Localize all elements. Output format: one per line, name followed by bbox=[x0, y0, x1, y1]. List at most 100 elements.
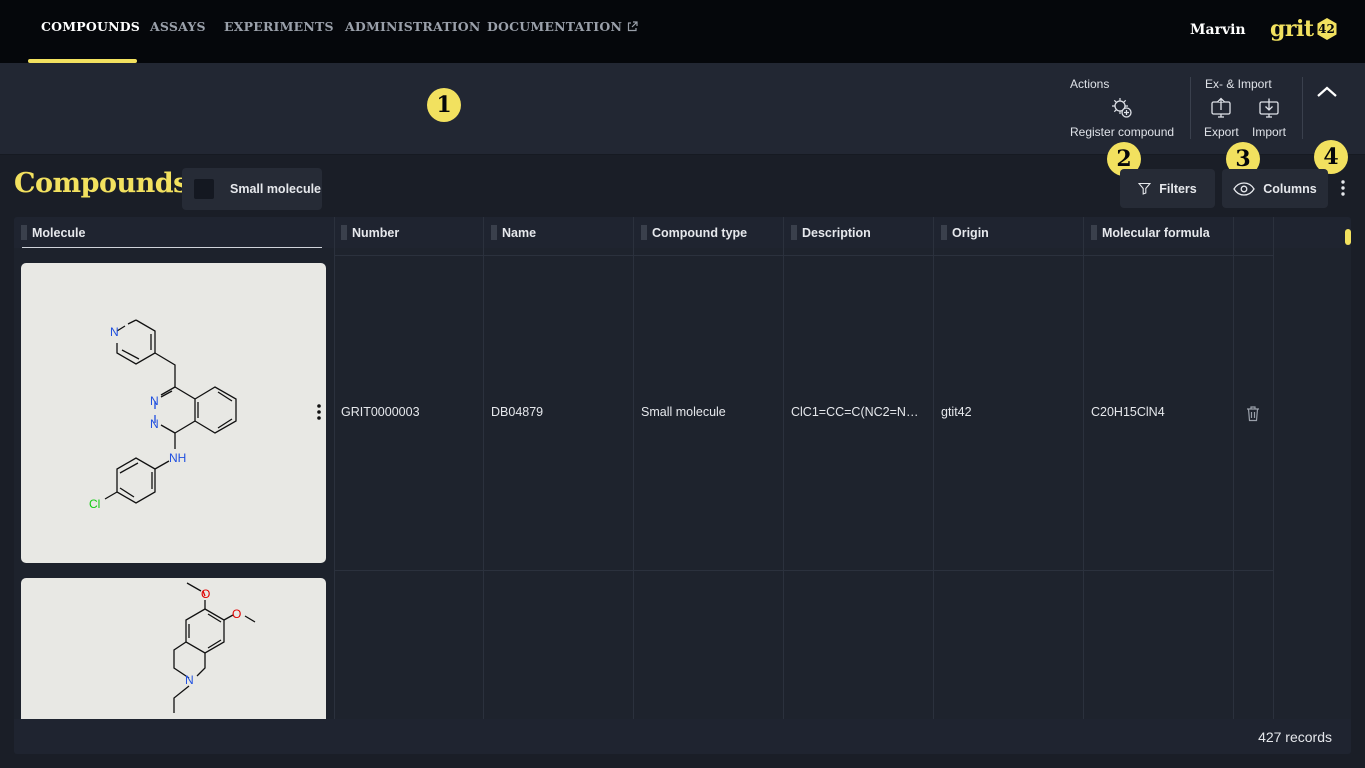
grid-scrollbar-thumb[interactable] bbox=[1345, 229, 1351, 245]
toolbar-divider bbox=[1190, 77, 1191, 139]
page-title: Compounds bbox=[14, 168, 188, 199]
small-molecule-checkbox[interactable] bbox=[194, 179, 214, 199]
filters-button[interactable]: Filters bbox=[1120, 169, 1215, 208]
nav-assays[interactable]: ASSAYS bbox=[150, 19, 206, 34]
small-molecule-toggle[interactable]: Small molecule bbox=[182, 168, 322, 210]
column-resize-grip[interactable] bbox=[1091, 225, 1097, 240]
columns-label: Columns bbox=[1263, 181, 1317, 196]
cell-name[interactable]: DB04879 bbox=[491, 405, 626, 419]
top-nav: COMPOUNDS ASSAYS EXPERIMENTS ADMINISTRAT… bbox=[0, 0, 1365, 63]
col-header-origin-label: Origin bbox=[952, 225, 989, 240]
filters-label: Filters bbox=[1159, 181, 1197, 196]
user-menu[interactable]: Marvin bbox=[1190, 22, 1246, 38]
column-resize-grip[interactable] bbox=[641, 225, 647, 240]
molecule-structure-image: N N N NH Cl bbox=[89, 319, 237, 511]
column-resize-grip[interactable] bbox=[491, 225, 497, 240]
atom-label-nh: NH bbox=[169, 451, 186, 465]
col-header-molecular-formula[interactable]: Molecular formula bbox=[1084, 217, 1210, 248]
nav-documentation-label: DOCUMENTATION bbox=[487, 19, 623, 34]
eye-icon bbox=[1233, 181, 1256, 196]
logo-badge: 42 bbox=[1315, 17, 1339, 41]
toolbar-divider-2 bbox=[1302, 77, 1303, 139]
kebab-icon bbox=[1341, 180, 1345, 196]
grid-header: Molecule Number Name Compound type Descr… bbox=[14, 217, 1351, 248]
col-header-origin[interactable]: Origin bbox=[934, 217, 989, 248]
column-divider bbox=[633, 217, 634, 719]
molecule-card-menu-button[interactable] bbox=[315, 402, 323, 422]
molecule-structure-card[interactable]: N N N NH Cl bbox=[21, 263, 326, 563]
atom-label-n1: N bbox=[150, 394, 159, 408]
atom-label-n3: N bbox=[185, 673, 194, 687]
col-header-name[interactable]: Name bbox=[484, 217, 536, 248]
col-header-molecular-formula-label: Molecular formula bbox=[1102, 225, 1210, 240]
column-divider bbox=[1083, 217, 1084, 719]
register-compound-label: Register compound bbox=[1070, 125, 1175, 139]
chevron-up-icon bbox=[1317, 86, 1337, 97]
column-resize-grip[interactable] bbox=[941, 225, 947, 240]
cell-number[interactable]: GRIT0000003 bbox=[341, 405, 476, 419]
callout-1: 1 bbox=[427, 88, 461, 122]
column-resize-grip[interactable] bbox=[341, 225, 347, 240]
grit42-logo[interactable]: grit 42 bbox=[1270, 14, 1339, 44]
filter-icon bbox=[1138, 182, 1152, 195]
column-divider bbox=[933, 217, 934, 719]
column-resize-grip[interactable] bbox=[791, 225, 797, 240]
collapse-toolbar-button[interactable] bbox=[1313, 81, 1341, 105]
export-button[interactable]: Export bbox=[1204, 97, 1239, 139]
export-icon bbox=[1211, 97, 1231, 118]
col-header-name-label: Name bbox=[502, 225, 537, 240]
external-link-icon bbox=[627, 21, 638, 32]
molecule-structure-card[interactable]: O O N bbox=[21, 578, 326, 728]
molecule-structure-image: O O N bbox=[173, 582, 256, 713]
kebab-icon bbox=[317, 404, 321, 420]
register-compound-button[interactable]: Register compound bbox=[1070, 97, 1174, 139]
atom-label-o1: O bbox=[201, 587, 210, 601]
import-button[interactable]: Import bbox=[1252, 97, 1286, 139]
register-compound-icon bbox=[1112, 98, 1132, 118]
column-resize-grip[interactable] bbox=[21, 225, 27, 240]
col-header-molecule-label: Molecule bbox=[32, 225, 86, 240]
columns-button[interactable]: Columns bbox=[1222, 169, 1328, 208]
import-icon bbox=[1259, 98, 1279, 118]
column-divider bbox=[334, 217, 335, 719]
nav-compounds[interactable]: COMPOUNDS bbox=[41, 19, 140, 34]
row-divider bbox=[334, 570, 1274, 571]
grid-footer: 427 records bbox=[14, 719, 1351, 754]
atom-label-cl: Cl bbox=[89, 497, 100, 511]
col-header-number-label: Number bbox=[352, 225, 400, 240]
column-divider bbox=[783, 217, 784, 719]
col-header-molecule[interactable]: Molecule bbox=[14, 217, 86, 248]
column-divider bbox=[483, 217, 484, 719]
cell-compound-type[interactable]: Small molecule bbox=[641, 405, 776, 419]
logo-badge-text: 42 bbox=[1318, 22, 1335, 36]
atom-label-n-pyridine: N bbox=[110, 325, 119, 339]
export-label: Export bbox=[1204, 125, 1239, 139]
column-divider bbox=[1273, 217, 1274, 719]
col-header-number[interactable]: Number bbox=[334, 217, 399, 248]
import-label: Import bbox=[1252, 125, 1287, 139]
actions-group-title: Actions bbox=[1070, 77, 1110, 91]
molecule-filter-underline bbox=[22, 247, 322, 248]
nav-experiments[interactable]: EXPERIMENTS bbox=[224, 19, 334, 34]
atom-label-o2: O bbox=[232, 607, 241, 621]
cell-origin[interactable]: gtit42 bbox=[941, 405, 1076, 419]
more-options-button[interactable] bbox=[1336, 177, 1350, 199]
small-molecule-label: Small molecule bbox=[230, 182, 322, 196]
delete-row-button[interactable] bbox=[1245, 405, 1261, 422]
col-header-description-label: Description bbox=[802, 225, 871, 240]
logo-text: grit bbox=[1270, 16, 1314, 42]
col-header-compound-type-label: Compound type bbox=[652, 225, 748, 240]
cell-molecular-formula[interactable]: C20H15ClN4 bbox=[1091, 405, 1226, 419]
action-toolbar: 1 Actions Register compound Ex- & Import… bbox=[0, 63, 1365, 155]
row-divider bbox=[334, 255, 1274, 256]
nav-documentation[interactable]: DOCUMENTATION bbox=[487, 19, 638, 34]
cell-description[interactable]: ClC1=CC=C(NC2=NN=… bbox=[791, 405, 924, 419]
compounds-grid: Molecule Number Name Compound type Descr… bbox=[14, 217, 1351, 754]
import-group-title: Ex- & Import bbox=[1205, 77, 1272, 91]
atom-label-n2: N bbox=[150, 417, 159, 431]
trash-icon bbox=[1247, 406, 1259, 422]
column-divider bbox=[1233, 217, 1234, 719]
nav-administration[interactable]: ADMINISTRATION bbox=[345, 19, 481, 34]
col-header-compound-type[interactable]: Compound type bbox=[634, 217, 747, 248]
col-header-description[interactable]: Description bbox=[784, 217, 871, 248]
